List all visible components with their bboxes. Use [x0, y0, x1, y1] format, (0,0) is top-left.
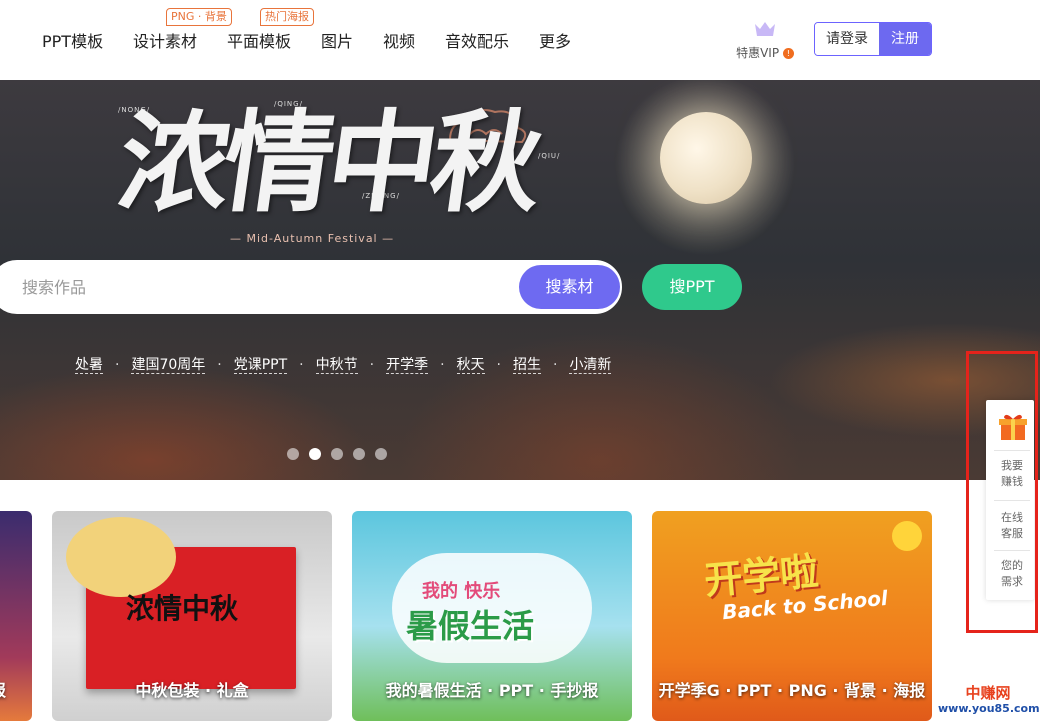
side-earn-money[interactable]: 我要 赚钱: [994, 458, 1030, 490]
card-label: 我的暑假生活 · PPT · 手抄报: [385, 681, 599, 700]
card-label: 中秋包装 · 礼盒: [135, 681, 249, 700]
side-your-needs[interactable]: 您的 需求: [994, 558, 1030, 590]
carousel-dot[interactable]: [375, 448, 387, 460]
template-card-back-to-school[interactable]: 开学啦 Back to School 开学季G · PPT · PNG · 背景…: [652, 511, 932, 721]
side-online-service[interactable]: 在线 客服: [994, 510, 1030, 542]
vip-label: 特惠VIP: [736, 46, 780, 60]
pinyin-qiu: /QIU/: [538, 152, 561, 160]
watermark-url: www.you85.com: [938, 702, 1040, 715]
search-input[interactable]: [22, 262, 512, 312]
gift-icon[interactable]: [998, 412, 1028, 442]
carousel-dot[interactable]: [287, 448, 299, 460]
nav-graphic-templates[interactable]: 平面模板: [227, 28, 291, 52]
keyword-link[interactable]: 处暑: [75, 357, 103, 374]
nav-ppt-templates[interactable]: PPT模板: [42, 28, 103, 52]
search-ppt-button[interactable]: 搜PPT: [642, 264, 742, 310]
keyword-link[interactable]: 党课PPT: [233, 357, 288, 374]
nav-tag-hot-posters: 热门海报: [260, 8, 314, 26]
hot-keywords: 处暑 · 建国70周年 · 党课PPT · 中秋节 · 开学季 · 秋天 · 招生 · 小清新: [75, 357, 612, 374]
template-card-mid-autumn-packaging[interactable]: 浓情中秋 中秋包装 · 礼盒: [52, 511, 332, 721]
keyword-link[interactable]: 小清新: [569, 357, 612, 374]
search-materials-button[interactable]: 搜素材: [519, 265, 620, 309]
nav-images[interactable]: 图片: [321, 28, 353, 52]
nav-tag-png-background: PNG · 背景: [166, 8, 232, 26]
carousel-dot[interactable]: [331, 448, 343, 460]
keyword-link[interactable]: 建国70周年: [131, 357, 206, 374]
hero-banner[interactable]: /NONG/ /QING/ /ZHONG/ /QIU/ 浓情中秋 — Mid-A…: [0, 80, 1040, 480]
vip-offer-button[interactable]: 特惠VIP !: [734, 20, 796, 64]
register-button[interactable]: 注册: [879, 23, 931, 55]
card-art-title: 暑假生活: [406, 607, 535, 645]
login-button[interactable]: 请登录: [815, 23, 879, 55]
keyword-link[interactable]: 开学季: [386, 357, 429, 374]
nav-more[interactable]: 更多: [539, 28, 571, 52]
carousel-dot[interactable]: [353, 448, 365, 460]
hero-subtitle: — Mid-Autumn Festival —: [230, 232, 395, 245]
top-navigation-bar: PPT模板 设计素材 PNG · 背景 平面模板 热门海报 图片 视频 音效配乐…: [0, 0, 1040, 80]
site-watermark: 中赚网 www.you85.com: [938, 684, 1040, 718]
crown-icon: [755, 22, 775, 36]
card-art-subtitle: 我的 快乐: [422, 581, 501, 602]
card-art-title: 浓情中秋: [126, 592, 239, 625]
nav-design-materials[interactable]: 设计素材: [133, 28, 197, 52]
floating-side-panel: 我要 赚钱 在线 客服 您的 需求: [986, 400, 1034, 600]
gift-box-image: 浓情中秋: [66, 517, 296, 689]
carousel-dot[interactable]: [309, 448, 321, 460]
card-label: 报: [0, 677, 32, 701]
nav-videos[interactable]: 视频: [383, 28, 415, 52]
vip-notification-badge: !: [782, 48, 794, 59]
full-moon-image: [660, 112, 752, 204]
card-label: 开学季G · PPT · PNG · 背景 · 海报: [658, 681, 926, 700]
sun-icon: [892, 521, 922, 551]
keyword-link[interactable]: 招生: [512, 357, 541, 374]
nav-sound-music[interactable]: 音效配乐: [445, 28, 509, 52]
keyword-link[interactable]: 秋天: [456, 357, 485, 374]
hero-title: 浓情中秋: [111, 98, 546, 227]
template-card-summer-life[interactable]: 我的 快乐 暑假生活 我的暑假生活 · PPT · 手抄报: [352, 511, 632, 721]
template-card-partial[interactable]: 报: [0, 511, 32, 721]
search-bar: 搜素材: [0, 260, 622, 314]
carousel-indicators: [287, 448, 387, 460]
watermark-name: 中赚网: [965, 684, 1011, 702]
keyword-link[interactable]: 中秋节: [315, 357, 358, 374]
auth-buttons: 请登录 注册: [814, 22, 932, 56]
